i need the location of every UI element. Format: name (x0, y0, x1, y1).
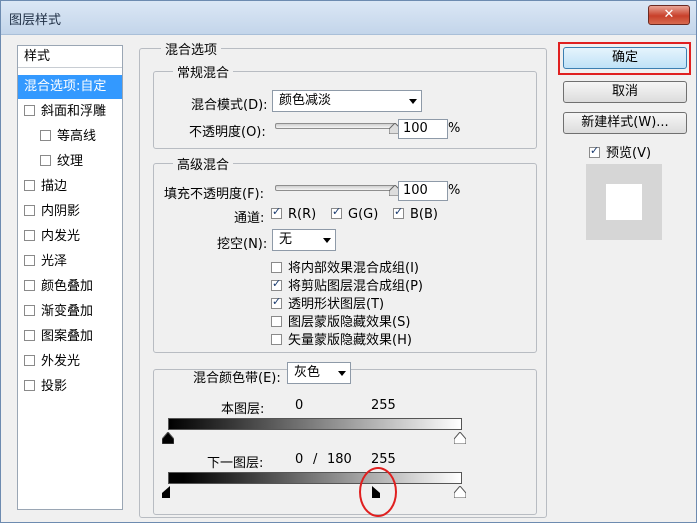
channel-b-checkbox[interactable] (393, 205, 404, 219)
underlying-white-slider[interactable] (454, 486, 466, 498)
underlying-layer-gradient-bar (168, 472, 462, 484)
general-blending-title: 常规混合 (173, 62, 234, 81)
this-layer-low-value: 0 (295, 398, 304, 413)
ok-button-highlight-annotation (558, 42, 691, 75)
sidebar-item-drop-shadow[interactable]: 投影 (18, 375, 122, 399)
cancel-button[interactable]: 取消 (563, 81, 687, 103)
sidebar-item-contour[interactable]: 等高线 (18, 125, 122, 149)
blend-interior-effects-checkbox[interactable] (271, 262, 282, 273)
styles-header: 样式 (18, 46, 122, 68)
vector-mask-hides-effects-checkbox[interactable] (271, 334, 282, 345)
channel-r[interactable]: R(R) (271, 205, 316, 222)
satin-checkbox[interactable] (24, 255, 35, 266)
channel-g-checkbox[interactable] (331, 205, 342, 219)
opacity-label: 不透明度(O): (189, 125, 266, 140)
blend-if-label: 混合颜色带(E): (193, 371, 281, 386)
preview-toggle[interactable]: 预览(V) (589, 142, 651, 161)
new-style-button[interactable]: 新建样式(W)... (563, 112, 687, 134)
knockout-label: 挖空(N): (217, 237, 268, 252)
sidebar-item-color-overlay[interactable]: 颜色叠加 (18, 275, 122, 299)
underlying-separator: / (313, 452, 318, 467)
blend-if-select[interactable]: 灰色 (287, 362, 351, 384)
fill-opacity-slider[interactable] (275, 185, 395, 191)
sidebar-item-outer-glow[interactable]: 外发光 (18, 350, 122, 374)
this-layer-high-value: 255 (371, 398, 396, 413)
underlying-high-value: 255 (371, 452, 396, 467)
vector-mask-hides-effects[interactable]: 矢量蒙版隐藏效果(H) (271, 329, 412, 348)
channel-g[interactable]: G(G) (331, 205, 378, 222)
pattern-overlay-checkbox[interactable] (24, 330, 35, 341)
advanced-blending-title: 高级混合 (173, 154, 234, 173)
title-bar: 图层样式 ✕ (1, 1, 696, 35)
outer-glow-checkbox[interactable] (24, 355, 35, 366)
sidebar-item-gradient-overlay[interactable]: 渐变叠加 (18, 300, 122, 324)
chevron-down-icon (409, 99, 417, 104)
chevron-down-icon (338, 371, 346, 376)
sidebar-item-pattern-overlay[interactable]: 图案叠加 (18, 325, 122, 349)
channel-r-checkbox[interactable] (271, 205, 282, 219)
sidebar-item-satin[interactable]: 光泽 (18, 250, 122, 274)
transparency-shapes-layer[interactable]: 透明形状图层(T) (271, 293, 384, 312)
texture-checkbox[interactable] (40, 155, 51, 166)
layer-mask-hides-effects-checkbox[interactable] (271, 316, 282, 327)
style-preview-swatch (586, 164, 662, 240)
channel-b[interactable]: B(B) (393, 205, 438, 222)
layer-mask-hides-effects[interactable]: 图层蒙版隐藏效果(S) (271, 311, 410, 330)
fill-opacity-input[interactable]: 100 (398, 181, 448, 201)
blend-if-group (153, 369, 537, 515)
underlying-low-value: 0 (295, 452, 304, 467)
fill-opacity-label: 填充不透明度(F): (164, 187, 265, 202)
inner-glow-checkbox[interactable] (24, 230, 35, 241)
channels-label: 通道: (234, 211, 265, 226)
sidebar-item-texture[interactable]: 纹理 (18, 150, 122, 174)
styles-list: 样式 混合选项:自定 斜面和浮雕 等高线 纹理 描边 内阴影 内发光 光泽 颜色… (17, 45, 123, 510)
this-layer-black-slider[interactable] (162, 432, 174, 444)
drop-shadow-checkbox[interactable] (24, 380, 35, 391)
window-title: 图层样式 (9, 13, 62, 28)
stroke-checkbox[interactable] (24, 180, 35, 191)
knockout-select[interactable]: 无 (272, 229, 336, 251)
highlight-circle-annotation (359, 467, 397, 517)
underlying-layer-label: 下一图层: (207, 456, 264, 471)
sidebar-item-inner-shadow[interactable]: 内阴影 (18, 200, 122, 224)
fill-opacity-unit: % (448, 183, 461, 198)
sidebar-item-inner-glow[interactable]: 内发光 (18, 225, 122, 249)
blend-mode-label: 混合模式(D): (191, 98, 268, 113)
transparency-shapes-layer-checkbox[interactable] (271, 295, 282, 309)
blend-clipped-layers-checkbox[interactable] (271, 277, 282, 291)
contour-checkbox[interactable] (40, 130, 51, 141)
opacity-slider[interactable] (275, 123, 395, 129)
preview-checkbox[interactable] (589, 144, 600, 158)
blending-options-title: 混合选项 (161, 39, 222, 58)
sidebar-item-stroke[interactable]: 描边 (18, 175, 122, 199)
gradient-overlay-checkbox[interactable] (24, 305, 35, 316)
opacity-input[interactable]: 100 (398, 119, 448, 139)
this-layer-white-slider[interactable] (454, 432, 466, 444)
bevel-emboss-checkbox[interactable] (24, 105, 35, 116)
inner-shadow-checkbox[interactable] (24, 205, 35, 216)
color-overlay-checkbox[interactable] (24, 280, 35, 291)
underlying-black-slider-left[interactable] (162, 486, 170, 498)
preview-inner-square (606, 184, 642, 220)
close-button[interactable]: ✕ (648, 5, 690, 25)
blend-mode-select[interactable]: 颜色减淡 (272, 90, 422, 112)
this-layer-label: 本图层: (221, 402, 265, 417)
chevron-down-icon (323, 238, 331, 243)
blend-interior-effects[interactable]: 将内部效果混合成组(I) (271, 257, 419, 276)
underlying-split-value: 180 (327, 452, 352, 467)
this-layer-gradient-bar (168, 418, 462, 430)
blend-clipped-layers[interactable]: 将剪贴图层混合成组(P) (271, 275, 423, 294)
sidebar-item-blending-options[interactable]: 混合选项:自定 (18, 75, 122, 99)
sidebar-item-bevel-emboss[interactable]: 斜面和浮雕 (18, 100, 122, 124)
layer-style-dialog: 图层样式 ✕ 样式 混合选项:自定 斜面和浮雕 等高线 纹理 描边 内阴影 内发… (0, 0, 697, 523)
opacity-unit: % (448, 121, 461, 136)
